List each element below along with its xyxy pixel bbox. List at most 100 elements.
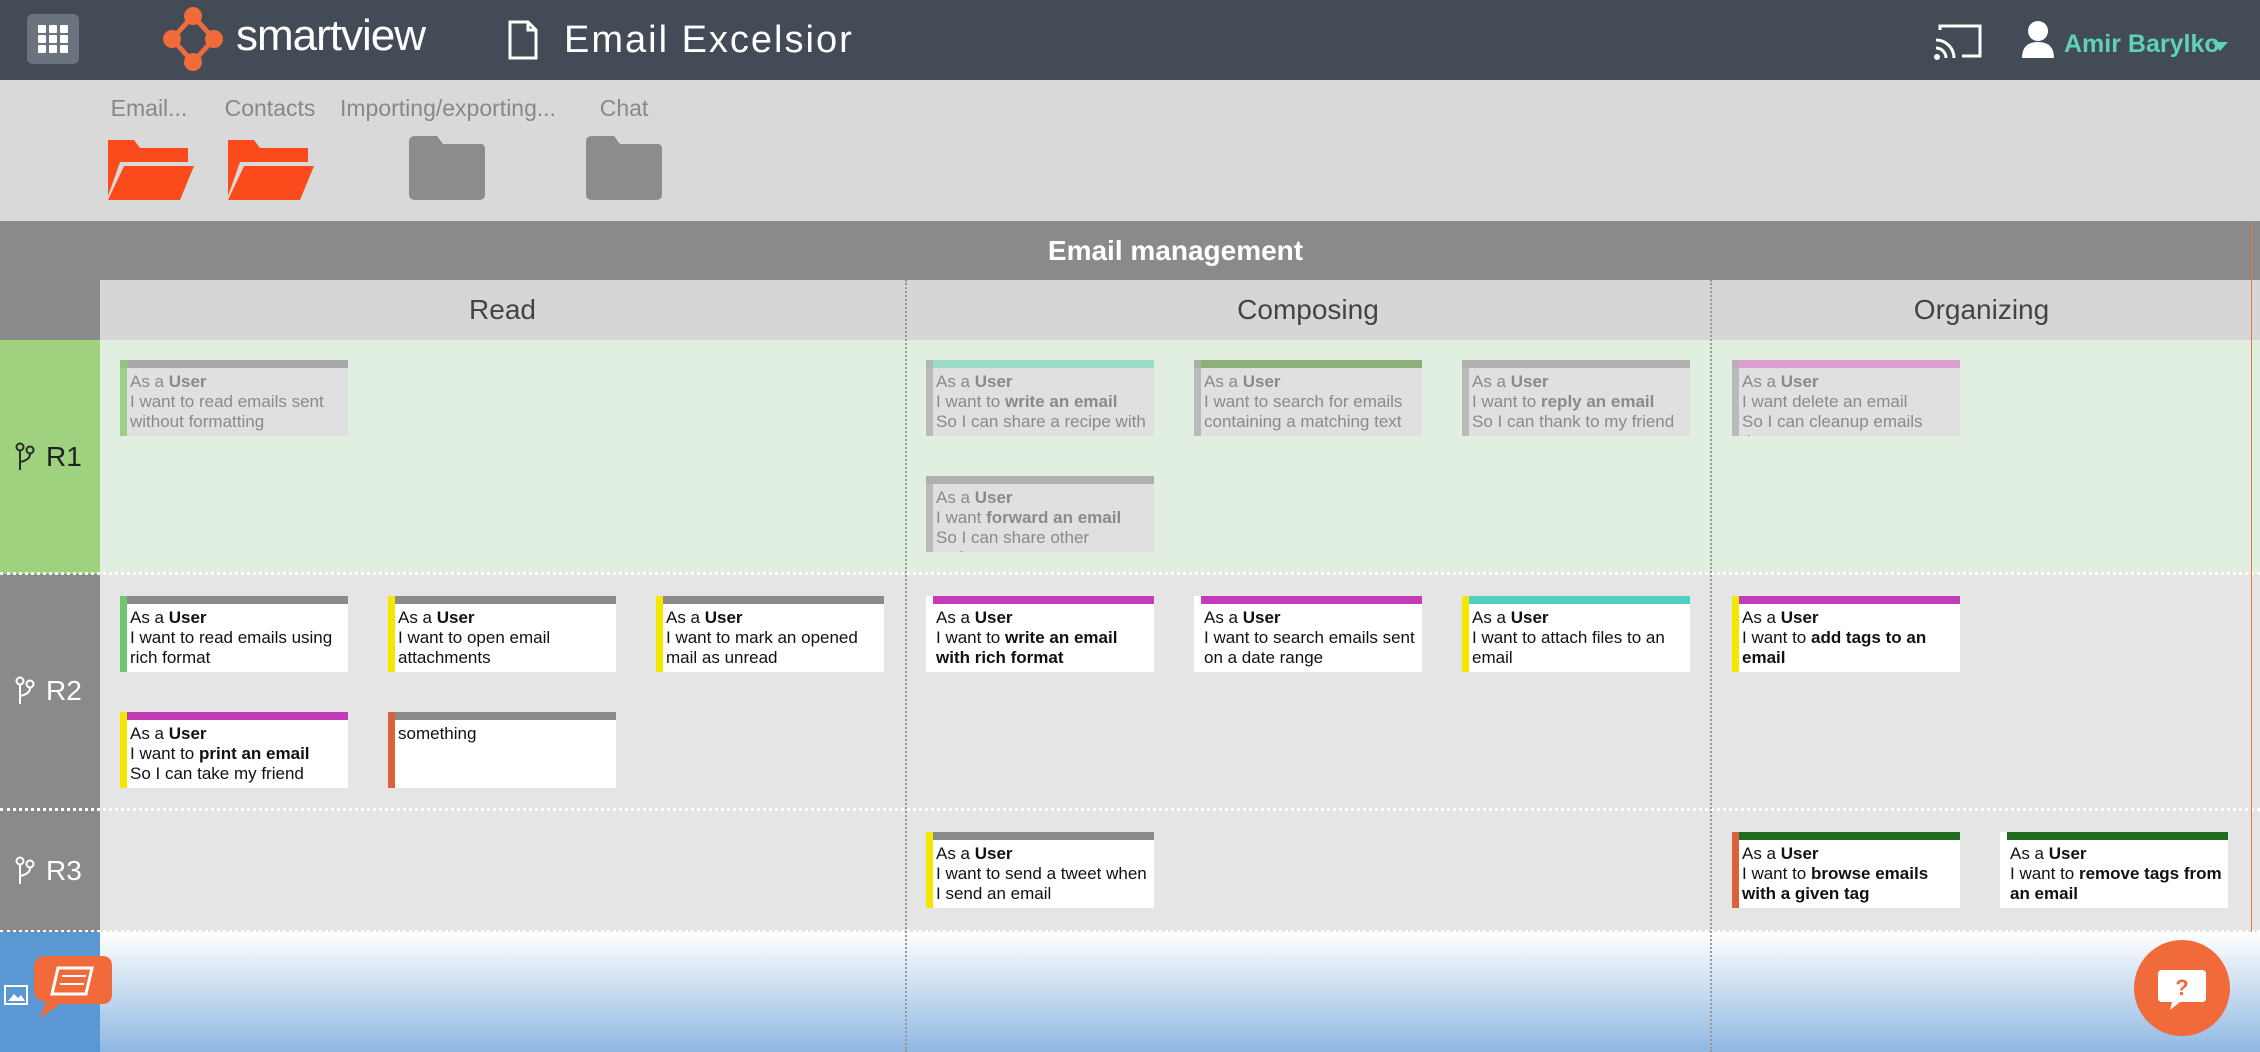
file-label: Email... [110, 95, 188, 121]
card-tag-strip [2000, 832, 2007, 908]
release-header-r2[interactable]: R2 [0, 574, 100, 810]
card-line-text: I want to read emails using [130, 628, 333, 647]
card-line: I want to attach files to an [1472, 628, 1684, 648]
card-tag-strip [1732, 596, 1739, 672]
open-folder-icon [228, 140, 314, 200]
notes-book-icon[interactable] [30, 954, 114, 1020]
story-card[interactable]: As a User I want forward an email So I can… [926, 476, 1154, 552]
card-line-text: As a [130, 372, 169, 391]
smartview-logo-icon[interactable] [158, 4, 228, 74]
story-card[interactable]: As a User I want to remove tags from an em… [2000, 832, 2228, 908]
card-line: So I can cleanup emails that [1742, 412, 1954, 436]
card-line-text: As a [1742, 372, 1781, 391]
card-tag-strip [926, 360, 933, 436]
card-line-emphasis: User [436, 608, 475, 627]
column-divider [905, 280, 907, 1052]
card-line: I want to browse emails [1742, 864, 1954, 884]
card-tag-strip [656, 596, 663, 672]
column-title-read[interactable]: Read [100, 280, 905, 340]
release-header-r3[interactable]: R3 [0, 810, 100, 932]
user-avatar-icon[interactable] [2020, 20, 2056, 60]
column-title-organizing[interactable]: Organizing [1711, 280, 2252, 340]
apps-grid-icon[interactable] [27, 14, 79, 64]
card-line-text: As a [936, 844, 975, 863]
cast-screen-icon[interactable] [1932, 22, 1984, 62]
card-line-text: something [398, 724, 477, 743]
release-label: R2 [46, 675, 82, 706]
card-tag-strip [926, 832, 933, 908]
story-card[interactable]: As a User I want to read emails using rich… [120, 596, 348, 672]
card-line-emphasis: User [168, 608, 207, 627]
column-edge [2251, 221, 2252, 932]
file-email[interactable]: Email... [104, 80, 194, 202]
card-text: As a User I want to add tags to an email [1742, 608, 1954, 668]
story-card[interactable]: As a User I want to print an email So I ca… [120, 712, 348, 788]
card-line-emphasis: User [1242, 372, 1281, 391]
card-tag-strip [1462, 596, 1469, 672]
file-contacts[interactable]: Contacts [224, 80, 316, 202]
epic-title[interactable]: Email management [0, 221, 2260, 280]
card-line: As a User [1742, 608, 1954, 628]
release-header-r1[interactable]: R1 [0, 340, 100, 574]
image-icon[interactable] [4, 985, 28, 1005]
column-title-composing[interactable]: Composing [905, 280, 1711, 340]
card-line-emphasis: add tags to an [1810, 628, 1927, 647]
card-line: I want to send a tweet when [936, 864, 1148, 884]
branch-icon [15, 856, 35, 884]
card-text: As a User I want to reply an email So I ca… [1472, 372, 1684, 432]
story-card[interactable]: As a User I want delete an email So I can … [1732, 360, 1960, 436]
card-line-emphasis: User [1510, 372, 1549, 391]
card-text: As a User I want to mark an opened mail as… [666, 608, 878, 668]
story-card[interactable]: As a User I want to send a tweet when I se… [926, 832, 1154, 908]
card-line-text: I want [936, 508, 987, 527]
card-tag-strip [388, 596, 395, 672]
card-line: an email [2010, 884, 2222, 904]
card-line: I want to search for emails [1204, 392, 1416, 412]
card-line-emphasis: an email [2010, 884, 2079, 903]
card-line-text: I want to search emails sent [1204, 628, 1415, 647]
card-line: I want delete an email [1742, 392, 1954, 412]
card-line: As a User [398, 608, 610, 628]
card-line-text: So I can cleanup emails that [1742, 412, 1923, 436]
story-card[interactable]: As a User I want to mark an opened mail as… [656, 596, 884, 672]
user-menu-name[interactable]: Amir Barylko [2064, 28, 2220, 60]
story-map-app: smartview Email Excelsior Amir Barylko E… [0, 0, 2260, 1052]
card-line: I want to read emails sent [130, 392, 342, 412]
feature-columns-header: Read Composing Organizing [100, 280, 2260, 340]
card-line-emphasis: User [1780, 608, 1819, 627]
card-text: As a User I want to remove tags from an em… [2010, 844, 2222, 904]
card-line-emphasis: User [1510, 608, 1549, 627]
story-card[interactable]: As a User I want to search emails sent on … [1194, 596, 1422, 672]
file-importing-exporting[interactable]: Importing/exporting... [340, 80, 556, 202]
card-line: rich format [130, 648, 342, 668]
help-button[interactable]: ? [2134, 940, 2230, 1036]
card-line-emphasis: remove tags from [2078, 864, 2222, 883]
card-line: I want to write an email [936, 628, 1148, 648]
card-line: something [398, 724, 610, 744]
story-card[interactable]: As a User I want to search for emails cont… [1194, 360, 1422, 436]
story-card[interactable]: As a User I want to open email attachments [388, 596, 616, 672]
story-card[interactable]: As a User I want to add tags to an email [1732, 596, 1960, 672]
chevron-down-icon[interactable] [2212, 42, 2228, 51]
card-color-strip [1732, 832, 1960, 840]
story-card[interactable]: something [388, 712, 616, 788]
story-card[interactable]: As a User I want to browse emails with a g… [1732, 832, 1960, 908]
card-text: As a User I want to send a tweet when I se… [936, 844, 1148, 904]
card-line: So I can thank to my friend [1472, 412, 1684, 432]
card-line: with rich format [936, 648, 1148, 668]
card-line: email [1742, 648, 1954, 668]
card-tag-strip [1462, 360, 1469, 436]
story-card[interactable]: As a User I want to attach files to an ema… [1462, 596, 1690, 672]
story-card[interactable]: As a User I want to read emails sent witho… [120, 360, 348, 436]
card-text: As a User I want to browse emails with a g… [1742, 844, 1954, 904]
card-text: As a User I want to print an email So I ca… [130, 724, 342, 784]
card-line-emphasis: forward an email [986, 508, 1122, 527]
card-color-strip [120, 712, 348, 720]
project-title[interactable]: Email Excelsior [564, 14, 854, 66]
story-card[interactable]: As a User I want to reply an email So I ca… [1462, 360, 1690, 436]
document-icon [508, 20, 538, 60]
story-card[interactable]: As a User I want to write an email So I ca… [926, 360, 1154, 436]
story-card[interactable]: As a User I want to write an email with ri… [926, 596, 1154, 672]
file-chat[interactable]: Chat [580, 80, 668, 202]
branch-icon [15, 676, 35, 704]
